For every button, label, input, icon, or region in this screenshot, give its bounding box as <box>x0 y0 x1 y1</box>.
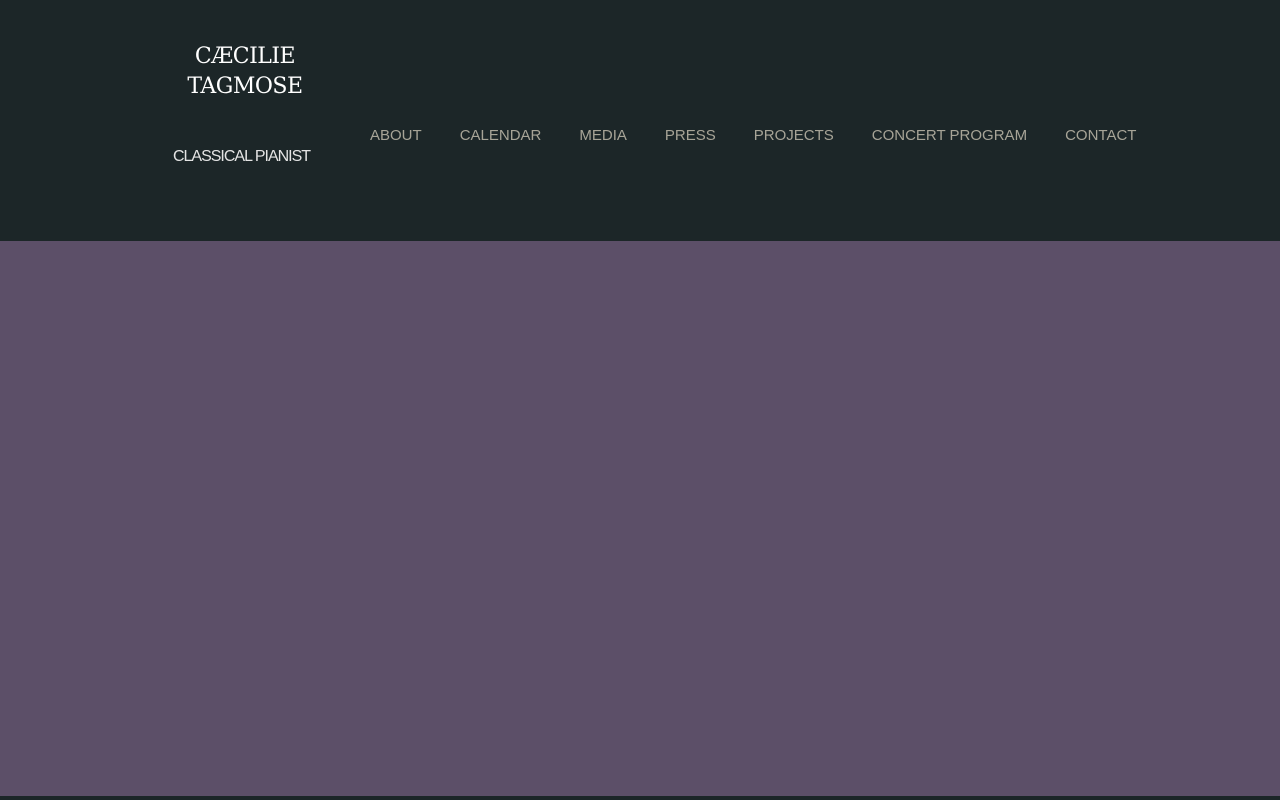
main-content-area <box>0 241 1280 796</box>
site-logo[interactable]: CÆCILIE TAGMOSE <box>160 42 330 102</box>
logo-line-1: CÆCILIE <box>194 44 296 69</box>
site-tagline: CLASSICAL PIANIST <box>172 148 311 165</box>
nav-projects[interactable]: PROJECTS <box>735 126 853 146</box>
nav-concert-program[interactable]: CONCERT PROGRAM <box>853 126 1046 146</box>
main-nav: ABOUT CALENDAR MEDIA PRESS PROJECTS CONC… <box>351 126 1155 146</box>
logo-line-2: TAGMOSE <box>187 74 303 99</box>
nav-about[interactable]: ABOUT <box>351 126 441 146</box>
site-header: CÆCILIE TAGMOSE CLASSICAL PIANIST ABOUT … <box>0 0 1280 241</box>
nav-media[interactable]: MEDIA <box>560 126 646 146</box>
nav-press[interactable]: PRESS <box>646 126 735 146</box>
nav-contact[interactable]: CONTACT <box>1046 126 1155 146</box>
nav-calendar[interactable]: CALENDAR <box>441 126 561 146</box>
footer-strip <box>0 796 1280 800</box>
